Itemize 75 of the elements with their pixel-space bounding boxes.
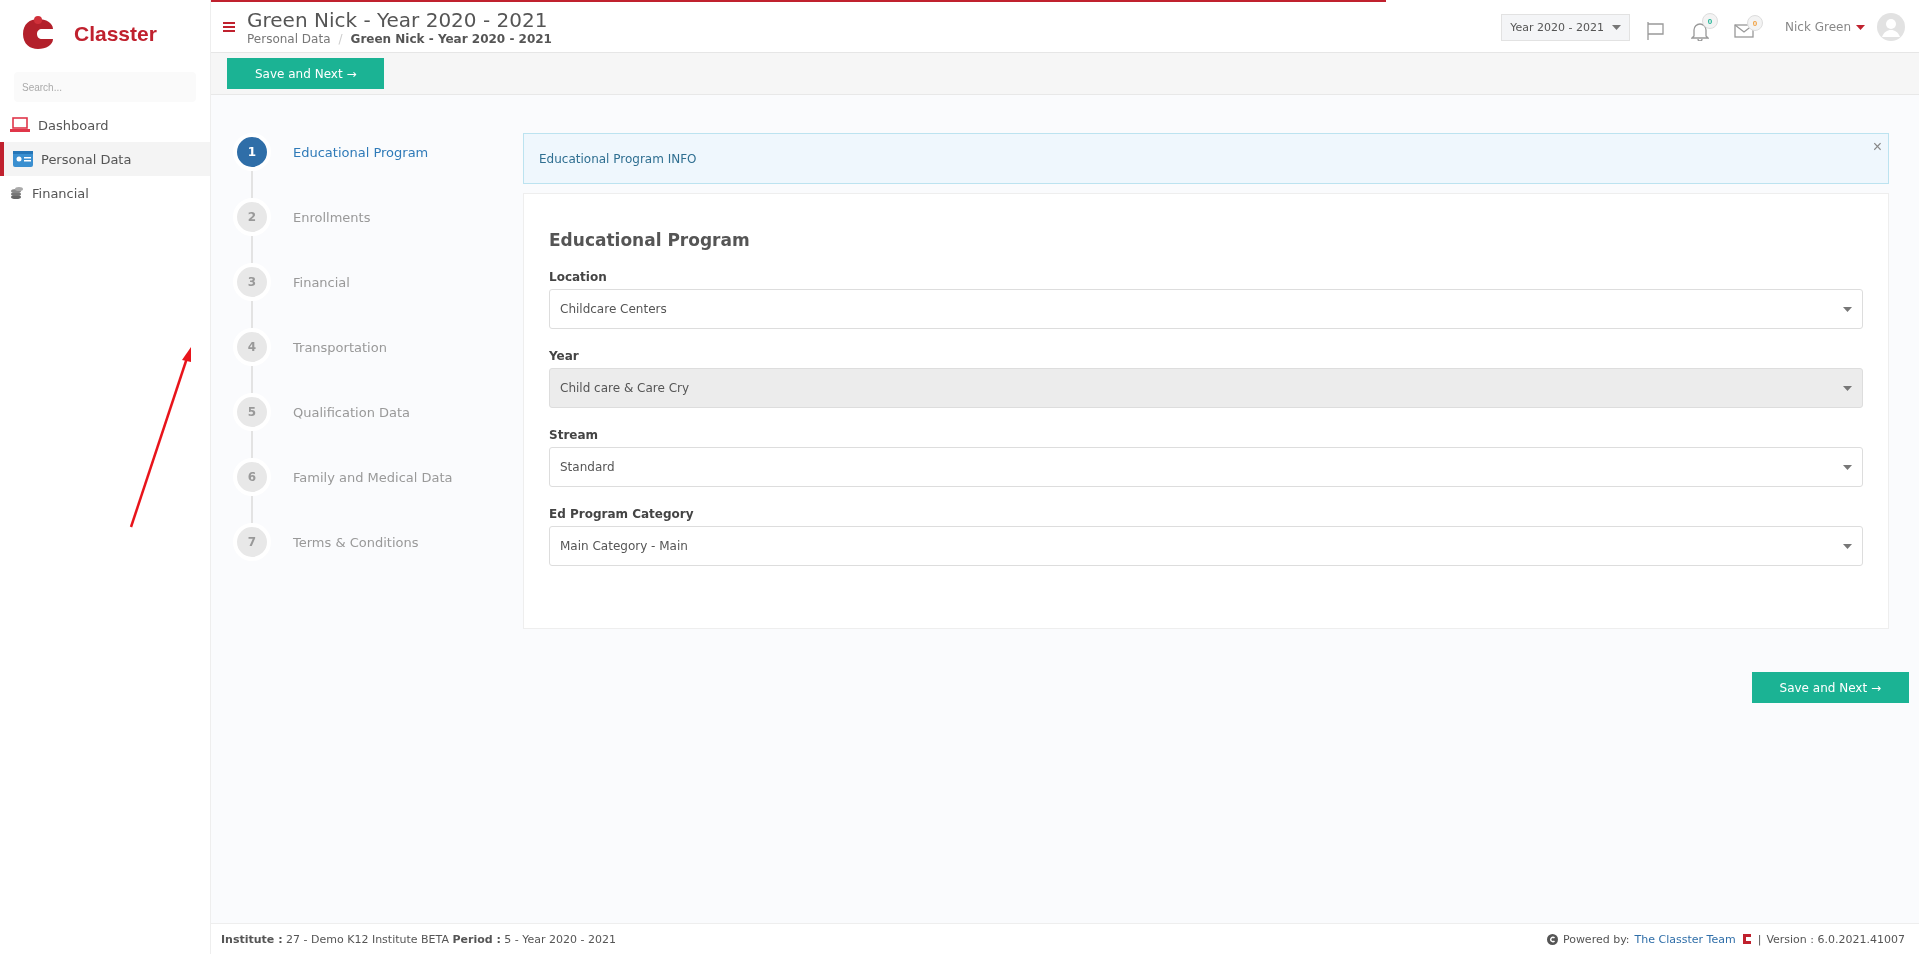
- step-label: Terms & Conditions: [293, 534, 419, 550]
- wizard-step[interactable]: 4 Transportation: [233, 328, 523, 366]
- save-and-next-button[interactable]: Save and Next →: [1751, 672, 1909, 703]
- step-number: 1: [233, 133, 271, 171]
- step-label: Educational Program: [293, 144, 429, 160]
- select-value: Child care & Care Cry: [560, 381, 690, 395]
- institute-info: Institute : 27 - Demo K12 Institute BETA Period : 5 - Year 2020 - 2021: [221, 932, 617, 946]
- sidebar-item[interactable]: Dashboard: [0, 108, 210, 142]
- laptop-icon: [10, 117, 30, 133]
- sidebar-item-label: Financial: [32, 185, 89, 201]
- envelope-icon: [1734, 23, 1754, 39]
- wizard-step[interactable]: 6 Family and Medical Data: [233, 458, 523, 496]
- sidebar-item-label: Dashboard: [38, 117, 109, 133]
- field-label: Year: [549, 349, 580, 363]
- step-label: Financial: [293, 274, 350, 290]
- caret-icon: [1843, 543, 1852, 549]
- caret-icon: [1612, 24, 1621, 30]
- step-label: Transportation: [293, 339, 387, 355]
- powered-by-text: Powered by:: [1562, 932, 1630, 946]
- search-field[interactable]: Search...: [14, 72, 196, 102]
- breadcrumb-separator: /: [338, 32, 343, 46]
- wizard-step[interactable]: 2 Enrollments: [233, 198, 523, 236]
- year-select[interactable]: Year 2020 - 2021: [1501, 13, 1630, 41]
- team-link[interactable]: The Classter Team: [1634, 932, 1736, 946]
- step-number: 3: [233, 263, 271, 301]
- caret-icon: [1843, 306, 1852, 312]
- select-field[interactable]: Standard: [549, 447, 1863, 487]
- separator: |: [1757, 932, 1762, 946]
- step-number: 2: [233, 198, 271, 236]
- info-text: Educational Program INFO: [539, 151, 697, 166]
- field-label: Ed Program Category: [549, 507, 695, 521]
- wizard-step[interactable]: 5 Qualification Data: [233, 393, 523, 431]
- step-number: 6: [233, 458, 271, 496]
- step-label: Qualification Data: [293, 404, 411, 420]
- wizard-step[interactable]: 1 Educational Program: [233, 133, 523, 171]
- sidebar-item-label: Personal Data: [41, 151, 132, 167]
- avatar: [1877, 13, 1905, 41]
- select-value: Main Category - Main: [560, 539, 688, 553]
- user-menu[interactable]: Nick Green: [1785, 20, 1865, 34]
- brand-name: Classter: [74, 22, 157, 46]
- save-and-next-button[interactable]: Save and Next →: [227, 58, 385, 89]
- select-value: Standard: [560, 460, 615, 474]
- close-button[interactable]: ×: [1872, 134, 1882, 160]
- version-text: Version : 6.0.2021.41007: [1766, 932, 1905, 946]
- envelope-button[interactable]: 0: [1734, 15, 1763, 39]
- coins-icon: [10, 186, 24, 200]
- menu-icon[interactable]: [223, 22, 235, 32]
- step-label: Enrollments: [293, 209, 371, 225]
- breadcrumb-current: Green Nick - Year 2020 - 2021: [350, 32, 552, 46]
- step-number: 5: [233, 393, 271, 431]
- page-title: Green Nick - Year 2020 - 2021: [247, 8, 549, 32]
- field-label: Stream: [549, 428, 600, 442]
- sidebar-item[interactable]: Personal Data: [0, 142, 210, 176]
- breadcrumb-link[interactable]: Personal Data: [247, 32, 331, 46]
- caret-icon: [1856, 24, 1865, 30]
- field-label: Location: [549, 270, 608, 284]
- bell-icon: [1691, 21, 1709, 41]
- select-value: Childcare Centers: [560, 302, 667, 316]
- step-label: Family and Medical Data: [293, 469, 453, 485]
- sidebar-item[interactable]: Financial: [0, 176, 210, 210]
- logo-icon: [1740, 932, 1753, 946]
- message-count: 0: [1747, 15, 1763, 31]
- caret-icon: [1843, 385, 1852, 391]
- id-card-icon: [13, 151, 33, 167]
- bell-button[interactable]: 0: [1691, 13, 1718, 41]
- wizard-step[interactable]: 3 Financial: [233, 263, 523, 301]
- select-field[interactable]: Childcare Centers: [549, 289, 1863, 329]
- step-number: 7: [233, 523, 271, 561]
- form-title: Educational Program: [549, 230, 751, 250]
- copyright-icon: [1546, 933, 1558, 945]
- wizard-step[interactable]: 7 Terms & Conditions: [233, 523, 523, 561]
- select-field[interactable]: Main Category - Main: [549, 526, 1863, 566]
- caret-icon: [1843, 464, 1852, 470]
- notification-count: 0: [1702, 13, 1718, 29]
- step-number: 4: [233, 328, 271, 366]
